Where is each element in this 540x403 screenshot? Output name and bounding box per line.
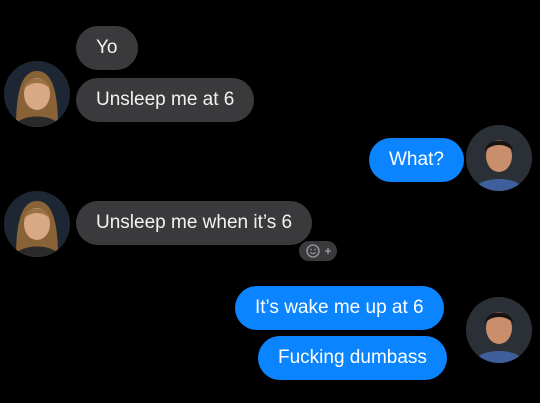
avatar-long-hair-icon xyxy=(4,191,70,257)
avatar-long-hair-icon xyxy=(4,61,70,127)
message-bubble-incoming[interactable]: Unsleep me when it’s 6 xyxy=(76,201,313,245)
message-bubble-incoming[interactable]: Yo xyxy=(76,26,138,70)
message-bubble-outgoing[interactable]: It’s wake me up at 6 xyxy=(235,286,444,330)
user-avatar[interactable] xyxy=(466,125,532,191)
add-reaction-icon xyxy=(306,244,331,258)
add-reaction-button[interactable] xyxy=(297,239,339,263)
contact-avatar[interactable] xyxy=(4,191,70,257)
avatar-short-hair-icon xyxy=(466,297,532,363)
user-avatar[interactable] xyxy=(466,297,532,363)
avatar-short-hair-icon xyxy=(466,125,532,191)
message-bubble-incoming[interactable]: Unsleep me at 6 xyxy=(76,78,255,122)
message-bubble-outgoing[interactable]: What? xyxy=(369,138,464,182)
message-bubble-outgoing[interactable]: Fucking dumbass xyxy=(258,336,447,380)
contact-avatar[interactable] xyxy=(4,61,70,127)
